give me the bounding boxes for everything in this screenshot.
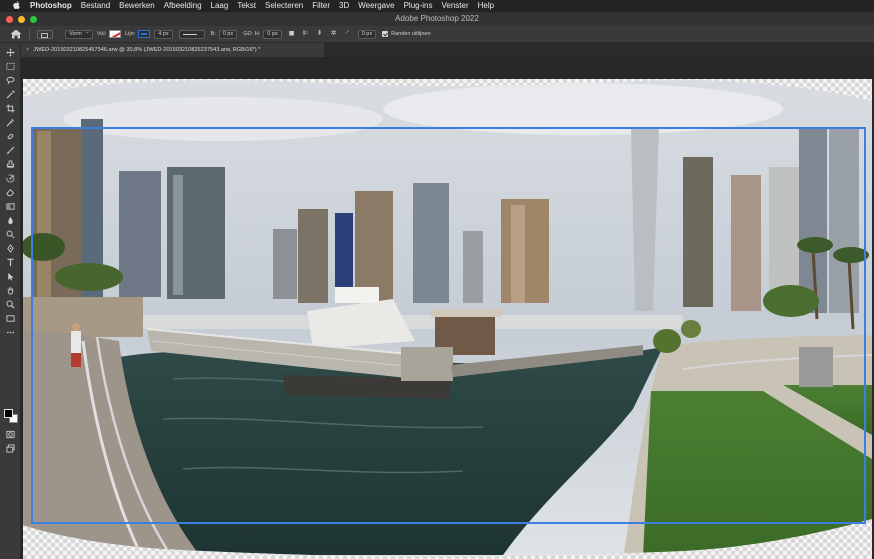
path-arrangement-icon[interactable]: ⇞ xyxy=(316,30,324,38)
lasso-icon[interactable] xyxy=(3,75,18,86)
canvas-area[interactable] xyxy=(21,57,874,559)
home-icon[interactable] xyxy=(10,29,22,39)
path-select-icon[interactable] xyxy=(3,271,18,282)
more-icon[interactable] xyxy=(3,327,18,338)
stroke-width-field[interactable]: 4 px xyxy=(154,29,173,39)
document-tab-bar: × JWED-20150321082545​7546.arw @ 30,8% (J… xyxy=(21,43,874,57)
tool-preset-picker[interactable] xyxy=(37,29,53,39)
document-tab-label: JWED-20150321082545​7546.arw @ 30,8% (JW… xyxy=(33,47,261,53)
foreground-color[interactable] xyxy=(4,409,13,418)
clone-stamp-icon[interactable] xyxy=(3,159,18,170)
brush-icon[interactable] xyxy=(3,145,18,156)
blur-icon[interactable] xyxy=(3,215,18,226)
eraser-icon[interactable] xyxy=(3,187,18,198)
magic-wand-icon[interactable] xyxy=(3,89,18,100)
menu-help[interactable]: Help xyxy=(478,0,494,12)
menu-weergave[interactable]: Weergave xyxy=(358,0,394,12)
menu-bar: Photoshop Bestand Bewerken Afbeelding La… xyxy=(0,0,874,12)
crop-icon[interactable] xyxy=(3,103,18,114)
align-edges-checkbox[interactable] xyxy=(382,31,389,37)
width-field[interactable]: 0 px xyxy=(218,29,238,39)
eyedropper-icon[interactable] xyxy=(3,117,18,128)
close-icon[interactable]: × xyxy=(26,47,29,53)
path-alignment-icon[interactable]: ⊫ xyxy=(302,30,310,38)
apple-icon[interactable] xyxy=(10,1,22,11)
menu-tekst[interactable]: Tekst xyxy=(237,0,256,12)
options-separator xyxy=(29,28,30,40)
align-edges-label: Randen uitlijnen xyxy=(391,31,431,37)
window-title: Adobe Photoshop 2022 xyxy=(395,14,479,23)
menu-selecteren[interactable]: Selecteren xyxy=(265,0,303,12)
menu-venster[interactable]: Venster xyxy=(442,0,469,12)
menu-afbeelding[interactable]: Afbeelding xyxy=(164,0,202,12)
stroke-label: Lijn: xyxy=(125,31,136,37)
document-tab[interactable]: × JWED-20150321082545​7546.arw @ 30,8% (J… xyxy=(21,43,324,57)
menu-laag[interactable]: Laag xyxy=(211,0,229,12)
width-label: B: xyxy=(210,31,216,37)
menu-plug-ins[interactable]: Plug-ins xyxy=(404,0,433,12)
zoom-icon[interactable] xyxy=(3,299,18,310)
gradient-icon[interactable] xyxy=(3,201,18,212)
fill-label: Vul: xyxy=(96,31,107,37)
dodge-icon[interactable] xyxy=(3,229,18,240)
fill-swatch[interactable] xyxy=(109,30,122,38)
history-brush-icon[interactable] xyxy=(3,173,18,184)
marquee-icon[interactable] xyxy=(3,61,18,72)
menu-bestand[interactable]: Bestand xyxy=(81,0,110,12)
stroke-type-select[interactable] xyxy=(178,29,205,39)
gear-icon[interactable]: ✲ xyxy=(330,30,338,38)
link-label[interactable]: GO xyxy=(243,31,252,37)
height-label: H: xyxy=(254,31,261,37)
corner-radius-icon: ◜ xyxy=(346,30,350,37)
screen-mode-icon[interactable] xyxy=(3,443,18,454)
corner-radius-field[interactable]: 0 px xyxy=(357,29,377,39)
mode-select[interactable]: Vorm xyxy=(65,29,93,39)
hand-icon[interactable] xyxy=(3,285,18,296)
stroke-swatch[interactable] xyxy=(138,30,151,38)
panorama-photo xyxy=(23,80,872,557)
menu-photoshop[interactable]: Photoshop xyxy=(30,0,72,12)
canvas[interactable] xyxy=(23,79,872,559)
path-operations-icon[interactable]: ◼ xyxy=(288,30,296,38)
menu-bewerken[interactable]: Bewerken xyxy=(119,0,155,12)
menu-3d[interactable]: 3D xyxy=(339,0,349,12)
color-swatches[interactable] xyxy=(4,409,18,423)
pen-icon[interactable] xyxy=(3,243,18,254)
type-icon[interactable] xyxy=(3,257,18,268)
window-title-bar: Adobe Photoshop 2022 xyxy=(0,12,874,26)
healing-icon[interactable] xyxy=(3,131,18,142)
options-bar: Vorm Vul: Lijn: 4 px B: 0 px GO H: 0 px … xyxy=(0,26,874,43)
tools-panel xyxy=(0,43,21,559)
quick-mask-icon[interactable] xyxy=(3,429,18,440)
move-icon[interactable] xyxy=(3,47,18,58)
rectangle-icon[interactable] xyxy=(3,313,18,324)
height-field[interactable]: 0 px xyxy=(263,29,282,39)
menu-filter[interactable]: Filter xyxy=(312,0,330,12)
